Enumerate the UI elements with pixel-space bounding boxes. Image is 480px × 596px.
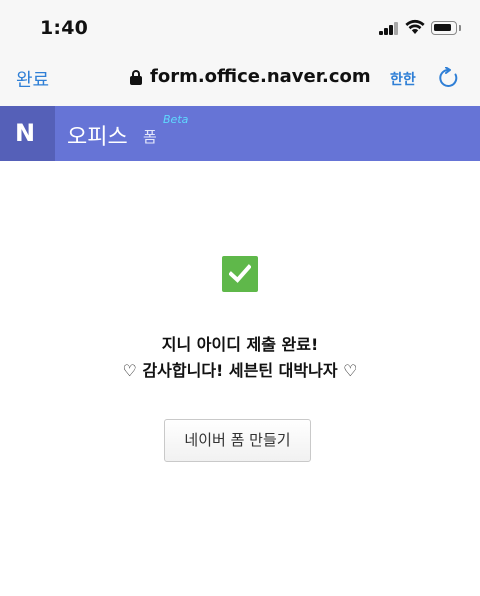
done-button[interactable]: 완료: [16, 66, 49, 92]
status-time: 1:40: [40, 17, 89, 39]
battery-icon: [431, 21, 457, 35]
create-naver-form-button[interactable]: 네이버 폼 만들기: [164, 419, 311, 462]
reload-icon[interactable]: [438, 67, 460, 89]
naver-logo-letter: N: [15, 119, 36, 147]
thanks-message: ♡ 감사합니다! 세븐틴 대박나자 ♡: [122, 361, 358, 380]
naver-office-header: N 오피스 폼 Beta: [0, 106, 480, 161]
naver-logo[interactable]: N: [0, 106, 55, 161]
status-bar: 1:40: [0, 0, 480, 52]
wifi-icon: [405, 19, 425, 34]
translate-button[interactable]: 한한: [390, 69, 416, 89]
battery-cap: [459, 25, 461, 31]
form-label: 폼: [143, 128, 157, 146]
success-check-icon: [222, 256, 258, 292]
cellular-signal-icon: [379, 21, 400, 35]
submission-message: 지니 아이디 제출 완료!: [161, 335, 319, 354]
browser-toolbar: 완료 form.office.naver.com 한한: [0, 52, 480, 106]
office-title[interactable]: 오피스: [67, 119, 128, 151]
beta-badge: Beta: [163, 113, 189, 126]
lock-icon: [130, 70, 142, 86]
url-address[interactable]: form.office.naver.com: [150, 66, 371, 87]
